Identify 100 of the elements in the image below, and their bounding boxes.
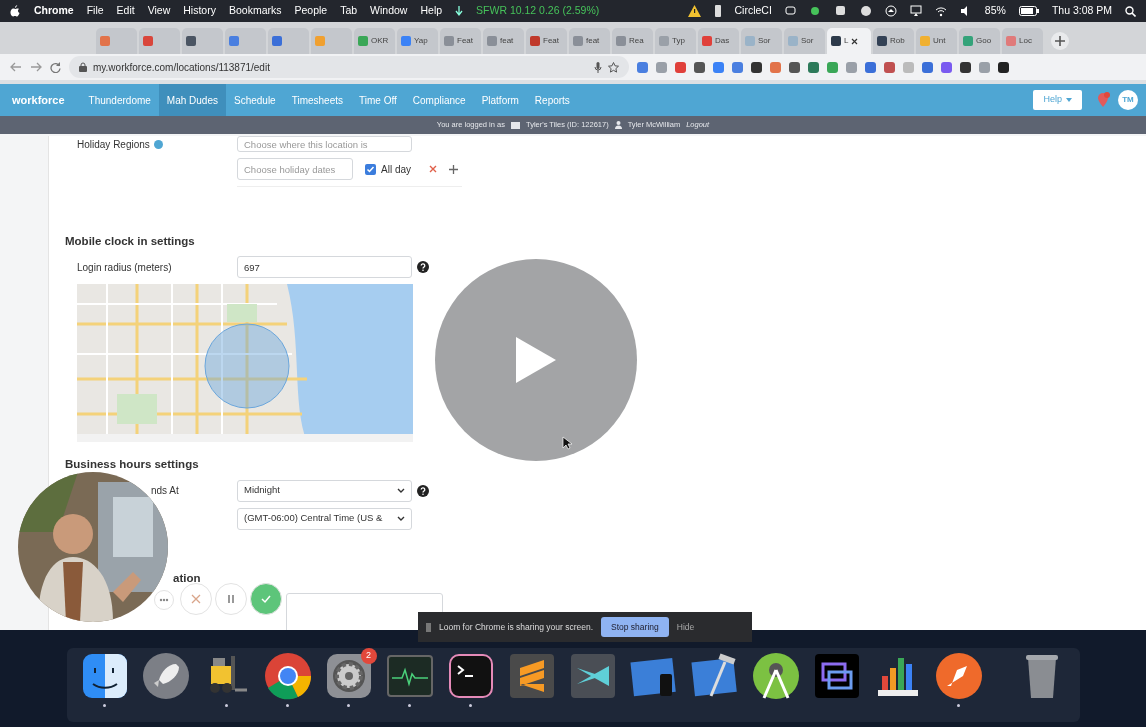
- help-icon[interactable]: [417, 261, 429, 274]
- menu-item[interactable]: Tab: [340, 3, 358, 19]
- browser-tab[interactable]: Yap: [397, 28, 438, 54]
- field-label: Holiday Regions: [77, 137, 150, 152]
- select-field[interactable]: (GMT-06:00) Central Time (US &: [237, 507, 412, 530]
- checkbox-label: All day: [381, 162, 411, 177]
- chevron-icon: [397, 488, 405, 493]
- search-icon[interactable]: [1125, 5, 1136, 17]
- browser-tab[interactable]: Das: [698, 28, 739, 54]
- date-field[interactable]: Choose holiday dates: [237, 158, 353, 180]
- section-heading: Business hours settings: [65, 457, 200, 473]
- battery-icon[interactable]: [1018, 6, 1039, 16]
- chevron-icon: [397, 516, 405, 521]
- browser-tab[interactable]: Feat: [440, 28, 481, 54]
- warning-icon[interactable]: [687, 5, 701, 17]
- section-heading: ation: [172, 570, 202, 586]
- extension-icon[interactable]: [960, 61, 971, 73]
- download-arrow-icon: [455, 5, 464, 17]
- extension-icon[interactable]: [751, 61, 762, 73]
- pen-nib-icon[interactable]: [934, 652, 983, 700]
- menu-item[interactable]: Help: [420, 3, 443, 19]
- browser-tab[interactable]: Feat: [526, 28, 567, 54]
- section-heading: Mobile clock in settings: [65, 234, 196, 249]
- status-text[interactable]: CircleCI: [734, 3, 772, 19]
- browser-tab[interactable]: OKR: [354, 28, 395, 54]
- microphone-icon[interactable]: [594, 61, 602, 73]
- chat-icon[interactable]: [784, 5, 797, 17]
- field-label: nds At: [151, 484, 179, 498]
- address-bar[interactable]: my.workforce.com/locations/113871/edit: [69, 56, 629, 78]
- menu-item[interactable]: Window: [370, 3, 408, 19]
- hide-link[interactable]: Hide: [676, 620, 695, 634]
- menu-item[interactable]: View: [147, 3, 171, 19]
- menu-item[interactable]: Chrome: [34, 3, 74, 19]
- browser-tab[interactable]: Loc: [1002, 28, 1043, 54]
- close-icon[interactable]: [851, 37, 859, 45]
- select-field[interactable]: Choose where this location is: [237, 136, 412, 152]
- back-icon[interactable]: [10, 62, 22, 72]
- menu-item[interactable]: People: [294, 3, 328, 19]
- caret-icon: [1066, 98, 1072, 102]
- stacked-windows-icon[interactable]: [812, 652, 861, 700]
- screen-icon[interactable]: [909, 5, 922, 17]
- square-icon[interactable]: [834, 5, 847, 17]
- remove-icon[interactable]: [429, 165, 437, 173]
- info-icon[interactable]: [153, 139, 163, 149]
- browser-tab[interactable]: L: [827, 28, 871, 54]
- extension-icon[interactable]: [998, 61, 1009, 73]
- browser-tab[interactable]: Goo: [959, 28, 1000, 54]
- browser-tab[interactable]: Unt: [916, 28, 957, 54]
- user-icon: [614, 121, 622, 129]
- bookmark-star-icon[interactable]: [608, 61, 619, 73]
- apple-menu-icon[interactable]: [10, 5, 21, 17]
- number-field[interactable]: 697: [237, 256, 412, 279]
- rocket-icon[interactable]: [141, 652, 190, 700]
- help-icon[interactable]: [417, 484, 429, 497]
- browser-tab[interactable]: Sor: [784, 28, 825, 54]
- notification-badge: 2: [360, 648, 377, 664]
- battery-percent: 85%: [984, 3, 1006, 19]
- grip-icon[interactable]: [426, 622, 431, 632]
- new-tab-icon[interactable]: [1051, 32, 1069, 50]
- browser-tab[interactable]: Rea: [612, 28, 653, 54]
- menu-item[interactable]: File: [86, 3, 104, 19]
- sharing-message: Loom for Chrome is sharing your screen.: [439, 620, 593, 634]
- extension-icon[interactable]: [789, 61, 800, 73]
- browser-tab[interactable]: feat: [569, 28, 610, 54]
- reload-icon[interactable]: [50, 61, 61, 73]
- url-text: my.workforce.com/locations/113871/edit: [93, 60, 271, 75]
- clock[interactable]: Thu 3:08 PM: [1051, 3, 1112, 19]
- extension-icon[interactable]: [694, 61, 705, 73]
- status-text: SFWR 10.12 0.26 (2.59%): [476, 3, 600, 19]
- gear-icon[interactable]: [324, 652, 373, 700]
- lock-icon: [79, 62, 87, 72]
- browser-tab[interactable]: [268, 28, 309, 54]
- menu-item[interactable]: Edit: [116, 3, 135, 19]
- menu-item[interactable]: Bookmarks: [228, 3, 282, 19]
- status-dot-icon[interactable]: [809, 5, 822, 17]
- eject-icon[interactable]: [884, 5, 897, 17]
- browser-tab[interactable]: Sor: [741, 28, 782, 54]
- stop-sharing-button[interactable]: Stop sharing: [601, 616, 669, 638]
- cursor-icon: [562, 436, 572, 450]
- terminal-icon[interactable]: [446, 652, 495, 700]
- browser-tab[interactable]: Rob: [873, 28, 914, 54]
- browser-ball-icon[interactable]: [263, 652, 312, 700]
- circle-icon[interactable]: [859, 5, 872, 17]
- pulse-monitor-icon[interactable]: [385, 652, 434, 700]
- nav-link[interactable]: Mah Dudes: [158, 84, 226, 116]
- menu-item[interactable]: History: [183, 3, 216, 19]
- field-label: Login radius (meters): [77, 260, 173, 275]
- select-field[interactable]: Midnight: [237, 479, 412, 502]
- wifi-icon[interactable]: [934, 5, 947, 17]
- browser-tab[interactable]: [182, 28, 223, 54]
- checkbox[interactable]: [365, 163, 376, 175]
- add-icon[interactable]: [449, 164, 458, 174]
- browser-tab[interactable]: feat: [483, 28, 524, 54]
- face-tile-icon[interactable]: [80, 652, 129, 700]
- building-icon: [510, 121, 520, 129]
- browser-tab[interactable]: [139, 28, 180, 54]
- browser-tab[interactable]: Typ: [655, 28, 696, 54]
- play-icon: [514, 335, 558, 385]
- text-editor-icon[interactable]: [507, 652, 556, 700]
- forward-icon[interactable]: [30, 62, 42, 72]
